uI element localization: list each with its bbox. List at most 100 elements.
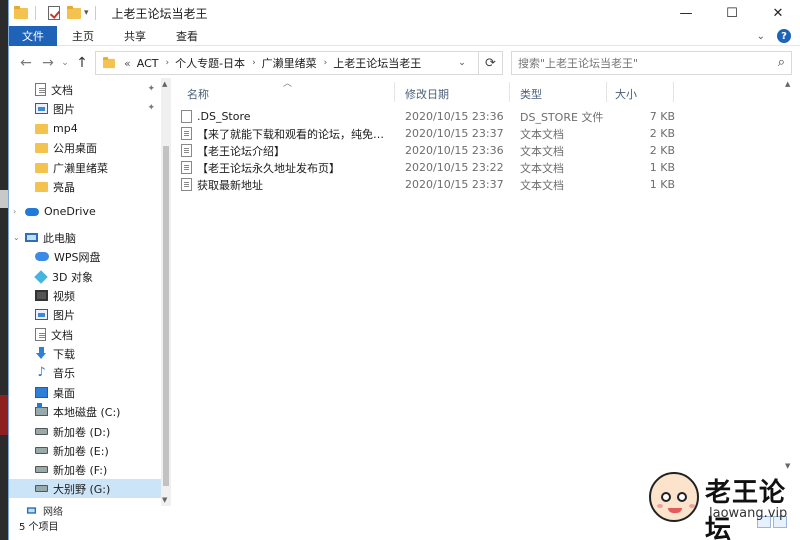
sidebar-item-folder[interactable]: 亮晶 — [9, 177, 161, 196]
file-date: 2020/10/15 23:37 — [405, 127, 504, 140]
sidebar-item-folder[interactable]: 广濑里绪菜 — [9, 158, 161, 177]
sidebar-item-drive-f[interactable]: 新加卷 (F:) — [9, 460, 161, 479]
sidebar-item-label: 大别野 (G:) — [53, 482, 111, 496]
sidebar-scrollbar[interactable]: ▲ ▼ — [161, 78, 171, 506]
sidebar-item-wps-cloud[interactable]: WPS网盘 — [9, 247, 161, 266]
pin-icon: ✦ — [147, 103, 155, 113]
customize-quick-access-icon[interactable]: ▾ — [84, 8, 89, 18]
file-date: 2020/10/15 23:36 — [405, 110, 504, 123]
sidebar-item-label: 广濑里绪菜 — [53, 161, 108, 175]
sidebar-item-documents[interactable]: 文档 — [9, 325, 161, 344]
onedrive-icon — [25, 207, 39, 216]
sidebar-item-pictures[interactable]: 图片 — [9, 305, 161, 324]
sidebar-item-downloads[interactable]: 下载 — [9, 344, 161, 363]
folder-icon — [35, 162, 48, 173]
sidebar-item-label: 文档 — [51, 328, 73, 342]
file-row[interactable]: 获取最新地址 2020/10/15 23:37 文本文档 1 KB — [181, 176, 701, 193]
drive-icon — [35, 447, 48, 454]
sidebar-item-3d-objects[interactable]: 3D 对象 — [9, 267, 161, 286]
network-icon — [26, 507, 37, 514]
chevron-right-icon[interactable]: › — [252, 58, 256, 68]
column-header-date[interactable]: 修改日期 — [405, 84, 449, 104]
breadcrumb-folder[interactable]: 广濑里绪菜 — [262, 55, 317, 71]
search-box[interactable]: ⌕ — [511, 51, 792, 75]
sidebar-item-network[interactable]: 网络 — [25, 503, 63, 518]
address-bar[interactable]: « ACT › 个人专题-日本 › 广濑里绪菜 › 上老王论坛当老王 ⌄ ⟳ — [95, 51, 503, 75]
search-icon[interactable]: ⌕ — [778, 55, 785, 70]
help-icon[interactable]: ? — [777, 29, 791, 43]
chevron-right-icon[interactable]: › — [324, 58, 328, 68]
sidebar-item-videos[interactable]: 视频 — [9, 286, 161, 305]
column-header-type[interactable]: 类型 — [520, 84, 542, 104]
scroll-down-icon[interactable]: ▼ — [162, 496, 167, 504]
breadcrumb-act[interactable]: ACT — [137, 57, 159, 70]
new-folder-icon[interactable] — [66, 5, 82, 21]
tab-home[interactable]: 主页 — [57, 26, 109, 46]
up-arrow-icon[interactable]: ↑ — [71, 52, 93, 74]
background-fragment — [0, 395, 8, 435]
address-history-icon[interactable]: ⌄ — [452, 52, 472, 74]
sidebar-item-drive-e[interactable]: 新加卷 (E:) — [9, 441, 161, 460]
file-date: 2020/10/15 23:37 — [405, 178, 504, 191]
scroll-down-icon[interactable]: ▼ — [785, 462, 790, 470]
sidebar-item-drive-d[interactable]: 新加卷 (D:) — [9, 422, 161, 441]
file-list: ︿ 名称 修改日期 类型 大小 .DS_Store 2020/10/15 23:… — [173, 78, 793, 506]
sidebar-item-drive-c[interactable]: 本地磁盘 (C:) — [9, 402, 161, 421]
sidebar-item-public-desktop[interactable]: 公用桌面 — [9, 138, 161, 157]
tab-share[interactable]: 共享 — [109, 26, 161, 46]
file-list-scrollbar[interactable]: ▲ ▼ — [785, 78, 794, 506]
refresh-icon[interactable]: ⟳ — [478, 52, 502, 74]
background-fragment — [0, 190, 8, 208]
chevron-right-icon[interactable]: › — [165, 58, 169, 68]
sidebar-item-documents-pinned[interactable]: 文档 ✦ — [9, 80, 161, 99]
scrollbar-thumb[interactable] — [163, 146, 169, 486]
scroll-up-icon[interactable]: ▲ — [162, 80, 167, 88]
back-arrow-icon[interactable]: ← — [15, 52, 37, 74]
download-icon — [35, 347, 48, 360]
pin-icon: ✦ — [147, 84, 155, 94]
breadcrumb-personal-topics[interactable]: 个人专题-日本 — [175, 55, 245, 71]
folder-icon — [13, 5, 29, 21]
sidebar-item-mp4[interactable]: mp4 — [9, 119, 161, 138]
sidebar-item-label: 视频 — [53, 289, 75, 303]
column-header-size[interactable]: 大小 — [615, 84, 637, 104]
maximize-button[interactable]: ☐ — [709, 0, 755, 26]
item-count: 5 个项目 — [19, 522, 59, 533]
file-row[interactable]: 【老王论坛永久地址发布页】 2020/10/15 23:22 文本文档 1 KB — [181, 159, 701, 176]
sidebar-item-label: 3D 对象 — [52, 270, 93, 284]
sidebar-item-this-pc[interactable]: ⌄ 此电脑 — [9, 228, 161, 247]
tab-view[interactable]: 查看 — [161, 26, 213, 46]
tab-file[interactable]: 文件 — [9, 25, 57, 46]
picture-icon — [35, 309, 48, 320]
text-file-icon — [181, 161, 192, 174]
file-row[interactable]: 【老王论坛介绍】 2020/10/15 23:36 文本文档 2 KB — [181, 142, 701, 159]
file-explorer-window: ▾ 上老王论坛当老王 — ☐ ✕ 文件 主页 共享 查看 ⌄ ? ← → ⌄ ↑… — [8, 0, 800, 540]
document-icon — [35, 328, 46, 341]
chevron-down-icon[interactable]: ⌄ — [13, 233, 25, 242]
wps-cloud-icon — [35, 252, 49, 261]
sidebar-item-label: 公用桌面 — [53, 141, 97, 155]
close-button[interactable]: ✕ — [755, 0, 800, 26]
breadcrumb-current[interactable]: 上老王论坛当老王 — [333, 55, 421, 71]
sidebar-item-label: 文档 — [51, 83, 73, 97]
minimize-button[interactable]: — — [663, 0, 709, 26]
forward-arrow-icon[interactable]: → — [37, 52, 59, 74]
breadcrumb-overflow[interactable]: « — [124, 57, 131, 70]
file-row[interactable]: .DS_Store 2020/10/15 23:36 DS_STORE 文件 7… — [181, 108, 701, 125]
sidebar-item-music[interactable]: ♪ 音乐 — [9, 363, 161, 382]
sidebar-item-label: 亮晶 — [53, 180, 75, 194]
chevron-right-icon[interactable]: › — [13, 207, 25, 216]
properties-icon[interactable] — [46, 5, 62, 21]
sidebar-item-desktop[interactable]: 桌面 — [9, 383, 161, 402]
sidebar-item-onedrive[interactable]: › OneDrive — [9, 202, 161, 221]
drive-icon — [35, 485, 48, 492]
scroll-up-icon[interactable]: ▲ — [785, 80, 790, 88]
file-row[interactable]: 【来了就能下载和观看的论坛，纯免费！... 2020/10/15 23:37 文… — [181, 125, 701, 142]
file-icon — [181, 110, 192, 123]
recent-locations-icon[interactable]: ⌄ — [59, 52, 71, 74]
sidebar-item-pictures-pinned[interactable]: 图片 ✦ — [9, 99, 161, 118]
search-input[interactable] — [512, 56, 752, 70]
sidebar-item-drive-g[interactable]: 大别野 (G:) — [9, 479, 161, 498]
column-header-name[interactable]: 名称 — [187, 84, 209, 104]
expand-ribbon-icon[interactable]: ⌄ — [757, 31, 765, 42]
